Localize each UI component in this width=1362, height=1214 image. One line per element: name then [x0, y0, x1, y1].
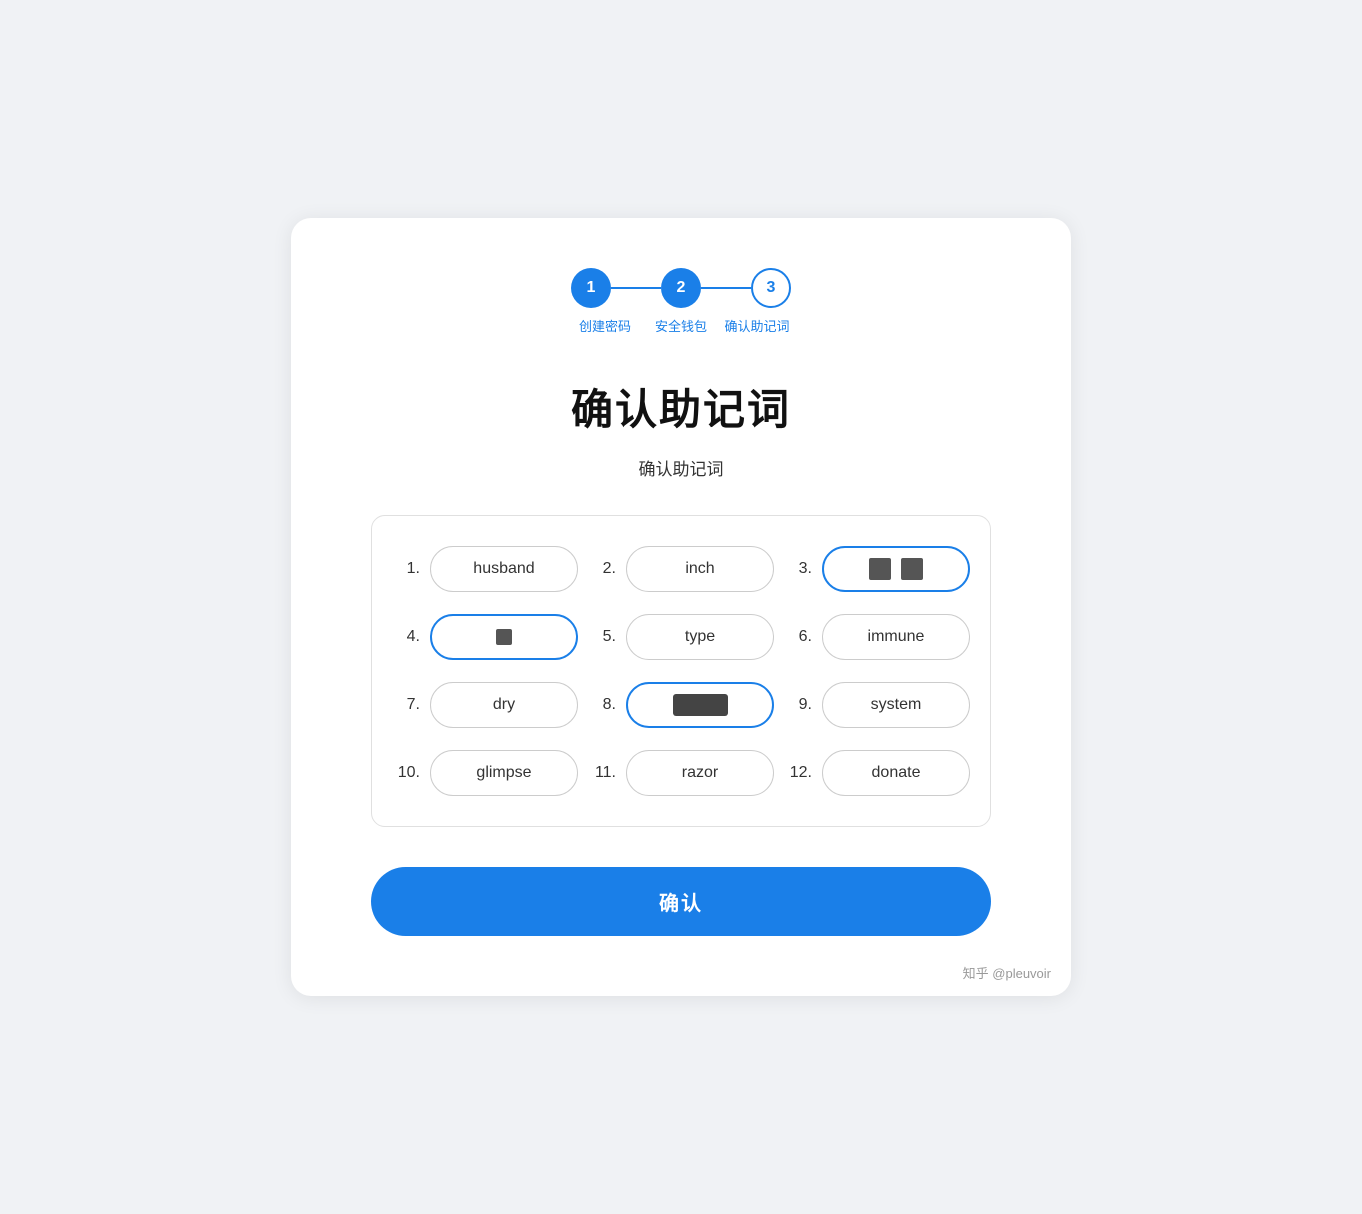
word-item-1: 1. husband — [392, 546, 578, 592]
word-pill-10[interactable]: glimpse — [430, 750, 578, 796]
word-item-11: 11. razor — [588, 750, 774, 796]
word-number-11: 11. — [588, 764, 616, 782]
word-pill-4[interactable] — [430, 614, 578, 660]
page-title: 确认助记词 — [371, 376, 991, 437]
blur-block-3a — [869, 558, 891, 580]
step-1-label: 创建密码 — [567, 318, 643, 336]
word-pill-9[interactable]: system — [822, 682, 970, 728]
word-number-8: 8. — [588, 696, 616, 714]
word-item-4: 4. — [392, 614, 578, 660]
step-3-label: 确认助记词 — [719, 318, 795, 336]
page-subtitle: 确认助记词 — [371, 455, 991, 480]
word-item-9: 9. system — [784, 682, 970, 728]
step-3-circle: 3 — [751, 268, 791, 308]
stepper: 1 2 3 创建密码 安全钱包 确认助记词 — [371, 268, 991, 336]
word-item-7: 7. dry — [392, 682, 578, 728]
word-number-3: 3. — [784, 560, 812, 578]
word-number-2: 2. — [588, 560, 616, 578]
stepper-circles: 1 2 3 — [571, 268, 791, 308]
word-pill-7[interactable]: dry — [430, 682, 578, 728]
word-item-6: 6. immune — [784, 614, 970, 660]
step-2-label: 安全钱包 — [643, 318, 719, 336]
word-number-10: 10. — [392, 764, 420, 782]
word-number-1: 1. — [392, 560, 420, 578]
word-pill-6[interactable]: immune — [822, 614, 970, 660]
word-pill-11[interactable]: razor — [626, 750, 774, 796]
blur-block-8 — [673, 694, 728, 716]
stepper-labels: 创建密码 安全钱包 确认助记词 — [567, 318, 795, 336]
word-item-3: 3. — [784, 546, 970, 592]
word-number-12: 12. — [784, 764, 812, 782]
word-pill-8[interactable] — [626, 682, 774, 728]
word-number-4: 4. — [392, 628, 420, 646]
word-number-5: 5. — [588, 628, 616, 646]
word-pill-2[interactable]: inch — [626, 546, 774, 592]
word-pill-12[interactable]: donate — [822, 750, 970, 796]
step-1-circle: 1 — [571, 268, 611, 308]
words-grid: 1. husband 2. inch 3. 4. — [392, 546, 970, 796]
word-item-2: 2. inch — [588, 546, 774, 592]
word-item-5: 5. type — [588, 614, 774, 660]
word-pill-3[interactable] — [822, 546, 970, 592]
step-line-2 — [701, 287, 751, 289]
words-container: 1. husband 2. inch 3. 4. — [371, 515, 991, 827]
blur-block-3b — [901, 558, 923, 580]
word-number-7: 7. — [392, 696, 420, 714]
word-pill-1[interactable]: husband — [430, 546, 578, 592]
step-2-circle: 2 — [661, 268, 701, 308]
word-pill-5[interactable]: type — [626, 614, 774, 660]
watermark: 知乎 @pleuvoir — [963, 963, 1051, 982]
blur-block-4 — [496, 629, 512, 645]
confirm-button[interactable]: 确认 — [371, 867, 991, 936]
word-item-8: 8. — [588, 682, 774, 728]
step-line-1 — [611, 287, 661, 289]
main-card: 1 2 3 创建密码 安全钱包 确认助记词 确认助记词 确认助记词 1. hus… — [291, 218, 1071, 996]
word-number-6: 6. — [784, 628, 812, 646]
word-item-10: 10. glimpse — [392, 750, 578, 796]
word-number-9: 9. — [784, 696, 812, 714]
word-item-12: 12. donate — [784, 750, 970, 796]
